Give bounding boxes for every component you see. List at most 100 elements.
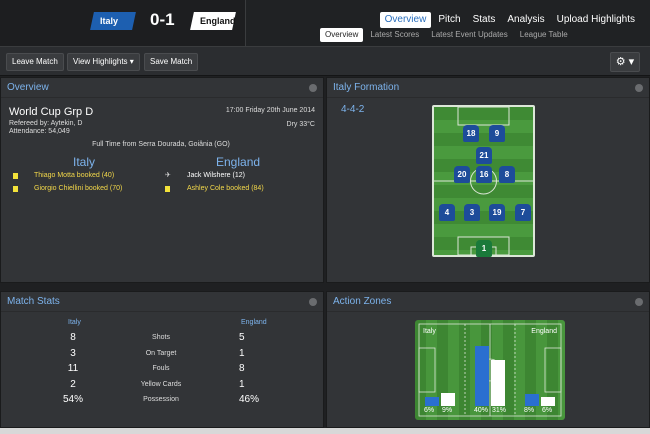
stat-home-value: 2	[70, 378, 76, 390]
formation-panel-title: Italy Formation	[333, 82, 400, 93]
stat-home-value: 8	[70, 332, 76, 343]
gear-icon[interactable]: ⚙ ▾	[610, 52, 640, 72]
panel-toggle-icon[interactable]	[309, 84, 317, 92]
player-shirt[interactable]: 21	[476, 147, 492, 164]
zones-away-team: England	[531, 328, 557, 335]
match-score: 0-1	[150, 10, 175, 29]
stat-away-value: 1	[239, 347, 245, 359]
competition-title: World Cup Grp D	[9, 106, 94, 118]
match-header: Italy 0-1 England Overview Pitch Stats A…	[0, 0, 650, 46]
view-highlights-label: View Highlights	[73, 57, 128, 66]
home-team-badge: Italy	[90, 12, 136, 30]
home-event: Thiago Motta booked (40)	[34, 172, 115, 179]
player-shirt[interactable]: 7	[515, 204, 531, 221]
zone-away-bar	[541, 397, 555, 406]
referee: Refereed by: Aytekin, D	[9, 120, 83, 127]
zone-home-pct: 8%	[524, 407, 535, 414]
player-shirt[interactable]: 16	[476, 166, 492, 183]
stat-label: On Target	[145, 349, 177, 357]
subnav-overview[interactable]: Overview	[320, 28, 364, 42]
nav-pitch[interactable]: Pitch	[433, 12, 465, 28]
zone-home-bar	[525, 394, 539, 406]
stat-row: 8 Shots 5	[1, 332, 321, 346]
action-zones-panel-title: Action Zones	[333, 296, 392, 307]
away-event: Ashley Cole booked (84)	[187, 185, 264, 192]
sub-nav: Overview Latest Scores Latest Event Upda…	[320, 28, 573, 42]
subnav-latest-scores[interactable]: Latest Scores	[365, 28, 424, 42]
overview-panel: Overview World Cup Grp D 17:00 Friday 20…	[0, 77, 324, 283]
zone-home-pct: 6%	[424, 407, 435, 414]
stat-label: Shots	[152, 334, 170, 341]
zone-away-bar	[441, 392, 455, 406]
overview-panel-header: Overview	[1, 78, 323, 98]
stat-away-value: 5	[239, 332, 245, 343]
nav-analysis[interactable]: Analysis	[502, 12, 549, 28]
scoreboard: Italy 0-1 England	[0, 0, 246, 46]
player-shirt[interactable]: 4	[439, 204, 455, 221]
stat-label: Fouls	[152, 365, 170, 372]
panel-toggle-icon[interactable]	[309, 298, 317, 306]
panel-toggle-icon[interactable]	[635, 84, 643, 92]
overview-home-team: Italy	[73, 155, 96, 169]
player-shirt[interactable]: 3	[464, 204, 480, 221]
leave-match-button[interactable]: Leave Match	[6, 53, 64, 71]
weather: Dry 33°C	[286, 121, 315, 128]
stats-home-team: Italy	[68, 319, 81, 326]
stat-row: 11 Fouls 8	[1, 363, 321, 377]
nav-upload-highlights[interactable]: Upload Highlights	[552, 12, 640, 28]
stat-away-value: 8	[239, 363, 245, 374]
player-shirt[interactable]: 1	[476, 240, 492, 257]
nav-overview[interactable]: Overview	[379, 12, 432, 28]
player-shirt[interactable]: 19	[489, 204, 505, 221]
stat-label: Possession	[143, 396, 179, 403]
yellow-card-icon	[13, 173, 18, 179]
overview-panel-title: Overview	[7, 82, 49, 93]
player-shirt[interactable]: 8	[499, 166, 515, 183]
match-stats-panel-header: Match Stats	[1, 292, 323, 312]
nav-stats[interactable]: Stats	[468, 12, 501, 28]
subnav-latest-event-updates[interactable]: Latest Event Updates	[426, 28, 513, 42]
match-stats-panel-title: Match Stats	[7, 296, 60, 307]
stat-away-value: 1	[239, 378, 245, 390]
stats-away-team: England	[241, 319, 267, 326]
player-shirt[interactable]: 18	[463, 125, 479, 142]
stat-home-value: 11	[67, 363, 79, 374]
toolbar: Leave Match View Highlights ▾ Save Match…	[0, 46, 650, 76]
stat-row: 3 On Target 1	[1, 348, 321, 362]
fulltime-venue: Full Time from Serra Dourada, Goiânia (G…	[92, 141, 230, 148]
overview-away-team: England	[216, 155, 261, 169]
injury-icon: ✈	[165, 172, 171, 179]
attendance: Attendance: 54,049	[9, 128, 70, 135]
zone-home-bar	[425, 397, 439, 406]
zone-away-pct: 9%	[442, 407, 453, 414]
stat-away-value: 46%	[239, 394, 260, 405]
stat-home-value: 3	[70, 347, 76, 359]
yellow-card-icon	[13, 186, 18, 192]
panel-toggle-icon[interactable]	[635, 298, 643, 306]
view-highlights-button[interactable]: View Highlights ▾	[67, 53, 140, 71]
match-stats-panel: Match Stats Italy England 8 Shots 5 3 On Tar…	[0, 291, 324, 428]
action-zones-pitch: Italy England 6% 9% 40% 31% 8% 6%	[415, 320, 565, 420]
zone-away-bar	[491, 359, 505, 406]
zone-home-pct: 40%	[474, 407, 489, 414]
action-zones-panel-header: Action Zones	[327, 292, 649, 312]
stat-label: Yellow Cards	[140, 380, 182, 388]
formation-panel-header: Italy Formation	[327, 78, 649, 98]
player-shirt[interactable]: 9	[489, 125, 505, 142]
zones-home-team: Italy	[423, 328, 436, 335]
player-shirt[interactable]: 20	[454, 166, 470, 183]
away-event: Jack Wilshere (12)	[187, 172, 245, 179]
subnav-league-table[interactable]: League Table	[515, 28, 573, 42]
zone-home-bar	[475, 346, 489, 406]
save-match-button[interactable]: Save Match	[144, 53, 199, 71]
home-event: Giorgio Chiellini booked (70)	[34, 185, 123, 192]
status-bar	[0, 428, 650, 434]
away-team-badge: England	[190, 12, 236, 30]
away-team-name: England	[200, 16, 236, 26]
stat-row: 54% Possession 46%	[1, 394, 321, 408]
formation-pitch: 18 9 21 20 16 8 4 3 19 7 1	[432, 105, 535, 257]
chevron-down-icon: ▾	[129, 57, 134, 66]
stat-row: 2 Yellow Cards 1	[1, 379, 321, 393]
formation-shape: 4-4-2	[341, 104, 365, 115]
home-team-name: Italy	[100, 16, 119, 26]
